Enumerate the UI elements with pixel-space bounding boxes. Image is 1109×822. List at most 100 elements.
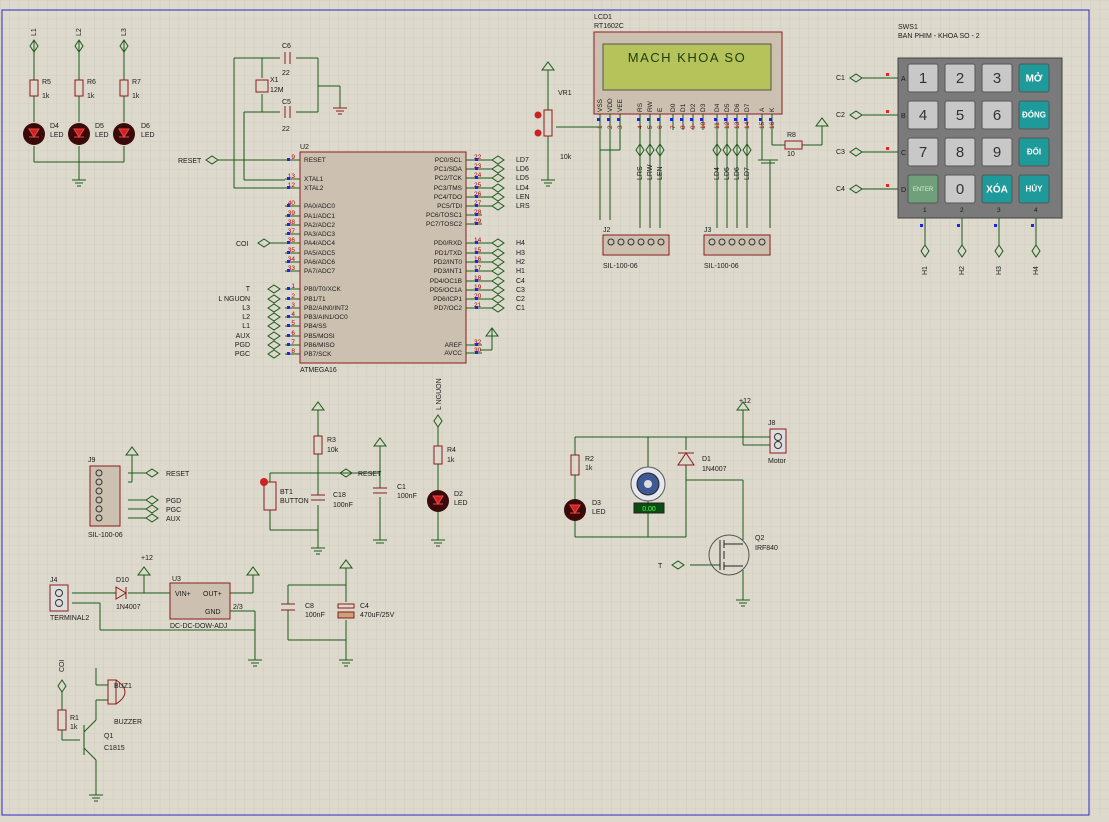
keypad-key-label: ENTER xyxy=(913,187,934,193)
d4-led: LED xyxy=(50,132,64,139)
c1-ref: C1 xyxy=(397,484,406,491)
j8-terminal[interactable] xyxy=(769,428,787,454)
header-j3[interactable] xyxy=(703,234,771,256)
keypad-col-net: H2 xyxy=(959,266,966,275)
mcu-left-net: L1 xyxy=(242,323,250,330)
keypad-col-net: H4 xyxy=(1033,266,1040,275)
net-l2: L2 xyxy=(76,28,83,36)
lcd-pin-num: 16 xyxy=(769,121,776,129)
q1-part: C1815 xyxy=(104,745,125,752)
lcd-pin-name: D4 xyxy=(714,103,721,112)
mcu-right-net: H1 xyxy=(516,268,525,275)
mcu-pin-num: 9 xyxy=(291,154,295,161)
lcd-pin-num: 6 xyxy=(657,125,664,129)
button-knob-icon xyxy=(260,478,268,486)
lcd-pin-num: 13 xyxy=(734,121,741,129)
keypad-part: BAN PHIM - KHOA SO - 2 xyxy=(898,33,980,40)
c4-value: 470uF/25V xyxy=(360,612,395,619)
net-ld6: LD6 xyxy=(734,167,741,180)
mcu-left-net: PGD xyxy=(235,342,250,349)
j3-ref: J3 xyxy=(704,227,712,234)
header-j2[interactable] xyxy=(602,234,670,256)
lcd-pin-num: 8 xyxy=(680,125,687,129)
r3-value: 10k xyxy=(327,447,339,454)
mcu-pin-name: AVCC xyxy=(444,350,462,357)
keypad-key-label: 6 xyxy=(993,107,1001,124)
net-lrs: LRS xyxy=(637,166,644,180)
net-plus12-motor: +12 xyxy=(739,398,751,405)
net-pgc: PGC xyxy=(166,507,181,514)
j2-ref: J2 xyxy=(603,227,611,234)
keypad-row-letter: D xyxy=(901,187,906,194)
net-l3: L3 xyxy=(121,28,128,36)
net-ld4: LD4 xyxy=(714,167,721,180)
keypad-row-letter: C xyxy=(901,150,906,157)
r6-ref: R6 xyxy=(87,79,96,86)
mcu-ref: U2 xyxy=(300,144,309,151)
mcu-pin-name: PC5/TDI xyxy=(437,203,462,210)
buz1-part: BUZZER xyxy=(114,719,142,726)
lcd-pin-name: VEE xyxy=(617,98,624,112)
c5-ref: C5 xyxy=(282,99,291,106)
terminal-j4[interactable] xyxy=(49,584,69,612)
c6-ref: C6 xyxy=(282,43,291,50)
lcd-ref: LCD1 xyxy=(594,14,612,21)
c6-value: 22 xyxy=(282,70,290,77)
lcd-pin-num: 15 xyxy=(759,121,766,129)
net-ld7: LD7 xyxy=(744,167,751,180)
lcd-pin-name: D7 xyxy=(744,103,751,112)
u3-ref: U3 xyxy=(172,576,181,583)
mcu-right-net: LD4 xyxy=(516,185,529,192)
mcu-pin-name: PB2/AIN0/INT2 xyxy=(304,305,349,312)
mcu-pin-name: PB0/T0/XCK xyxy=(304,286,342,293)
mcu-pin-name: PC2/TCK xyxy=(435,175,463,182)
mcu-pin-name: RESET xyxy=(304,157,326,164)
header-j9[interactable] xyxy=(89,465,121,527)
mcu-pin-name: PA6/ADC6 xyxy=(304,259,335,266)
mcu-pin-name: PD4/OC1B xyxy=(430,278,462,285)
u3-gnd: GND xyxy=(205,609,221,616)
d1-part: 1N4007 xyxy=(702,466,727,473)
vr1-value: 10k xyxy=(560,154,572,161)
keypad-row-net: C3 xyxy=(836,149,845,156)
led-bodies xyxy=(23,123,135,145)
d4-ref: D4 xyxy=(50,123,59,130)
schematic-canvas: U2 ATMEGA16 9 RESET 13 XTAL1 12 XTAL2 40 PA0/AD… xyxy=(0,0,1109,817)
j8-motor: Motor xyxy=(768,458,787,465)
net-reset-mcu: RESET xyxy=(178,158,202,165)
mcu-pin-num: 3 xyxy=(291,302,295,309)
keypad-key-label: 3 xyxy=(993,70,1001,87)
keypad-key-label: 7 xyxy=(919,144,927,161)
keypad-row-letter: A xyxy=(901,76,906,83)
mcu-pin-name: PD7/OC2 xyxy=(434,305,462,312)
net-ld5: LD5 xyxy=(724,167,731,180)
keypad-key-label: ĐÓNG xyxy=(1022,111,1046,120)
net-lnguon: L NGUON xyxy=(436,378,443,410)
c5-value: 22 xyxy=(282,126,290,133)
lcd-pin-num: 2 xyxy=(607,125,614,129)
d2-led: LED xyxy=(454,500,468,507)
mcu-right-net: H3 xyxy=(516,250,525,257)
keypad-row-net: C2 xyxy=(836,112,845,119)
keypad-col-net: H1 xyxy=(922,266,929,275)
keypad-key-label: ĐỔI xyxy=(1027,148,1041,157)
keypad-key-label: 4 xyxy=(919,107,927,124)
r2-ref: R2 xyxy=(585,456,594,463)
lcd-pin-num: 11 xyxy=(714,122,721,129)
mcu-right-net: C2 xyxy=(516,296,525,303)
mcu-left-net: AUX xyxy=(236,333,251,340)
q2-ref: Q2 xyxy=(755,535,764,542)
mcu-right-net: LD7 xyxy=(516,157,529,164)
net-j9-reset: RESET xyxy=(166,471,190,478)
lcd-pin-name: D0 xyxy=(670,103,677,112)
mcu-left-net: L3 xyxy=(242,305,250,312)
motor-shaft xyxy=(644,480,652,488)
keypad-col-number: 4 xyxy=(1034,207,1038,214)
keypad-key-label: 5 xyxy=(956,107,964,124)
net-lrw: LRW xyxy=(647,164,654,180)
keypad-row-net: C4 xyxy=(836,186,845,193)
mcu-right-net: LD6 xyxy=(516,166,529,173)
mcu-pin-name: PC1/SDA xyxy=(434,166,462,173)
r5-value: 1k xyxy=(42,93,50,100)
vr1-ref: VR1 xyxy=(558,90,572,97)
